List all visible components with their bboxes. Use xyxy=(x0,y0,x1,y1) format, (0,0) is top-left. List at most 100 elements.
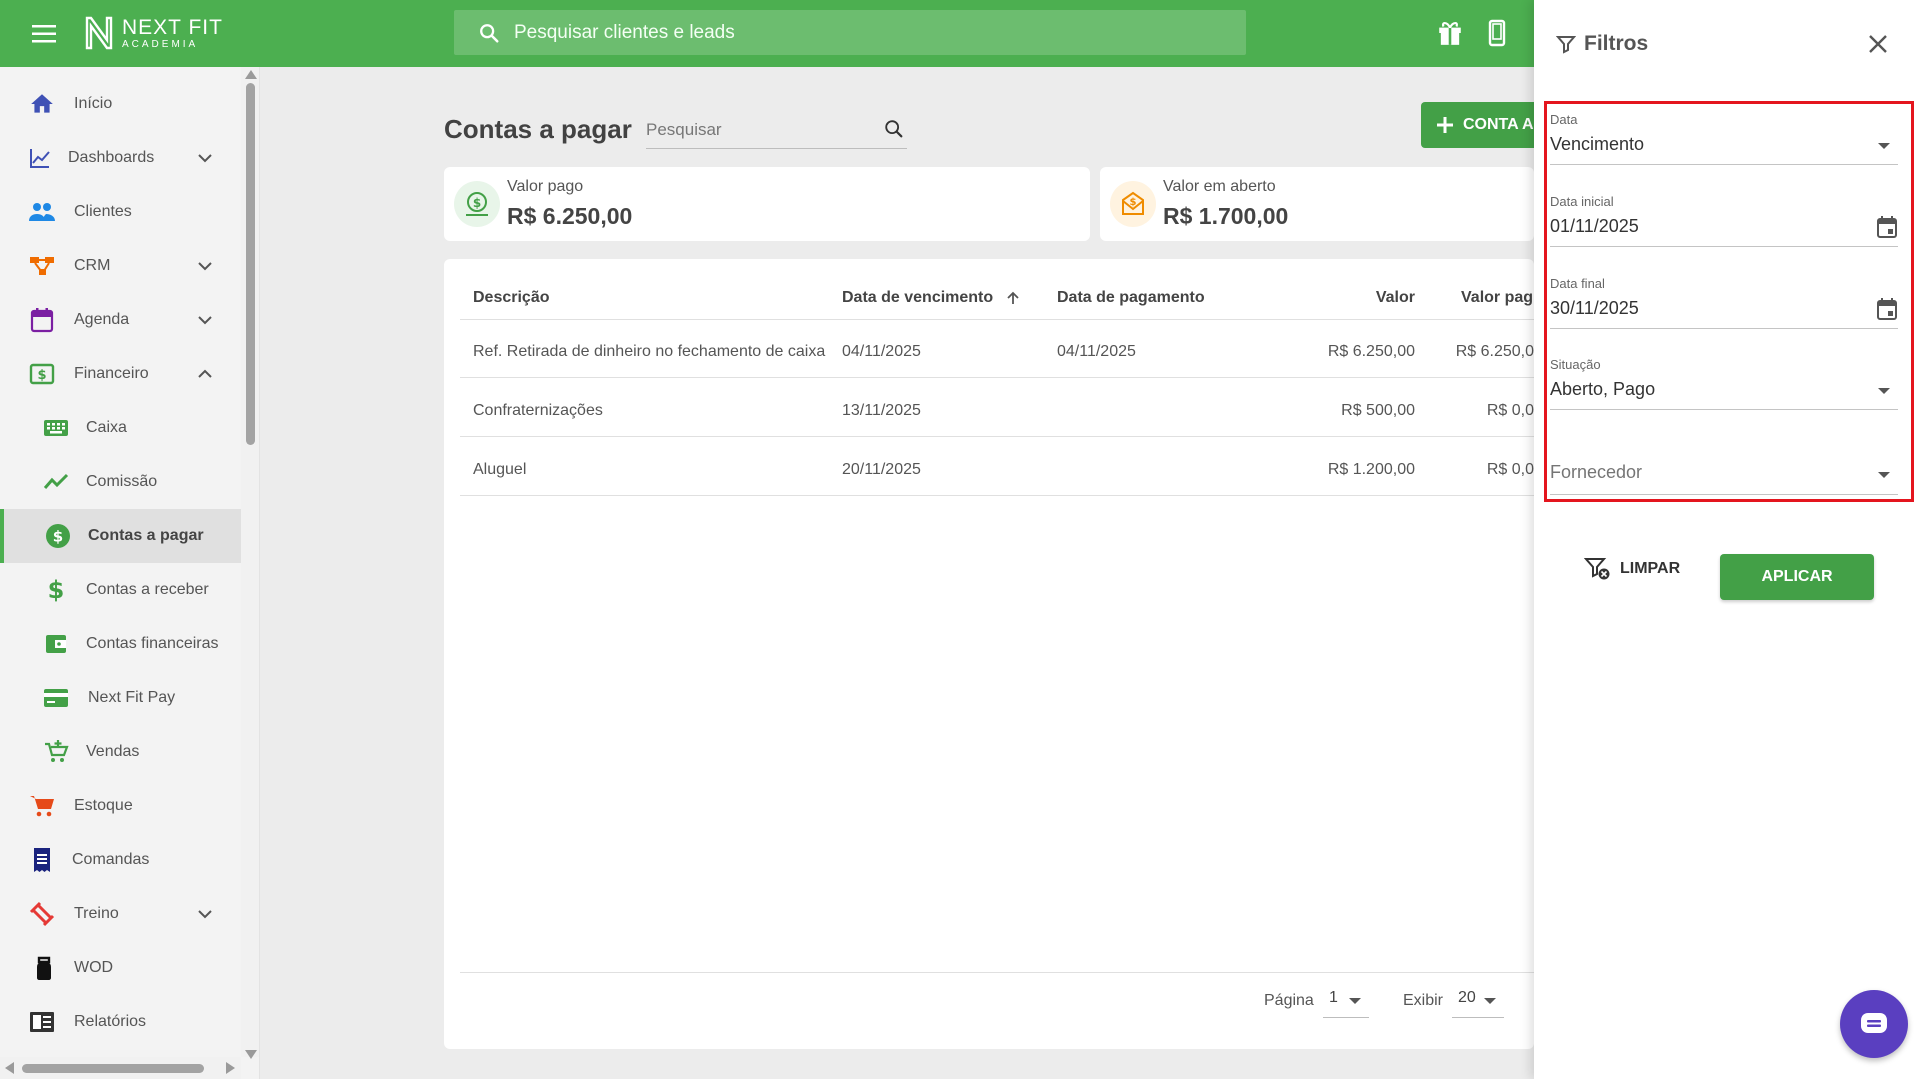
sidebar-item-estoque[interactable]: Estoque xyxy=(0,779,241,833)
column-header-valor-pago[interactable]: Valor pag xyxy=(1461,289,1533,307)
field-underline xyxy=(1550,409,1898,410)
chart-line-icon xyxy=(26,144,54,172)
page-label: Página xyxy=(1264,992,1314,1009)
sidebar-item-label: Relatórios xyxy=(74,1013,147,1030)
hamburger-menu-icon[interactable] xyxy=(28,22,60,46)
cart-icon xyxy=(28,792,56,820)
sidebar-item-label: Comissão xyxy=(86,473,158,490)
cell-valor: R$ 500,00 xyxy=(1341,402,1415,419)
column-header-data-vencimento[interactable]: Data de vencimento xyxy=(842,289,1020,307)
sidebar-item-dashboards[interactable]: Dashboards xyxy=(0,131,241,185)
sidebar-item-contas-financeiras[interactable]: Contas financeiras xyxy=(0,617,241,671)
cell-vencimento: 04/11/2025 xyxy=(842,343,921,360)
calendar-icon[interactable] xyxy=(1876,215,1898,239)
column-header-valor[interactable]: Valor xyxy=(1244,289,1415,307)
list-search-input[interactable]: Pesquisar xyxy=(646,113,907,149)
sidebar-item-label: Início xyxy=(74,95,113,112)
sidebar-item-agenda[interactable]: Agenda xyxy=(0,293,241,347)
divider xyxy=(460,377,1534,378)
app-logo[interactable]: NEXT FIT ACADEMIA xyxy=(84,14,223,52)
sort-ascending-icon[interactable] xyxy=(1006,291,1020,305)
money-open-icon: $ xyxy=(1110,181,1156,227)
sidebar-item-comissao[interactable]: Comissão xyxy=(0,455,241,509)
sidebar-item-financeiro[interactable]: $ Financeiro xyxy=(0,347,241,401)
dollar-circle-icon: $ xyxy=(44,522,72,550)
calendar-icon[interactable] xyxy=(1876,297,1898,321)
cell-vencimento: 20/11/2025 xyxy=(842,461,921,478)
cell-descricao: Aluguel xyxy=(473,461,527,478)
chevron-down-icon[interactable] xyxy=(191,144,219,172)
sidebar-item-inicio[interactable]: Início xyxy=(0,77,241,131)
sidebar-item-crm[interactable]: CRM xyxy=(0,239,241,293)
svg-text:$: $ xyxy=(48,577,65,603)
receipt-icon xyxy=(28,846,56,874)
sidebar-horizontal-scrollbar[interactable] xyxy=(0,1057,241,1079)
scrollbar-thumb[interactable] xyxy=(22,1064,204,1073)
page-size-select[interactable]: 20 xyxy=(1452,986,1504,1018)
sidebar-item-contas-a-pagar[interactable]: $ Contas a pagar xyxy=(0,509,241,563)
sidebar-item-relatorios[interactable]: Relatórios xyxy=(0,995,241,1049)
svg-text:$: $ xyxy=(37,368,46,383)
show-label: Exibir xyxy=(1403,992,1444,1009)
scrollbar-thumb[interactable] xyxy=(246,83,255,445)
kettlebell-icon xyxy=(30,954,58,982)
sidebar-item-contas-a-receber[interactable]: $ Contas a receber xyxy=(0,563,241,617)
sidebar-item-clientes[interactable]: Clientes xyxy=(0,185,241,239)
sidebar-item-next-fit-pay[interactable]: Next Fit Pay xyxy=(0,671,241,725)
scroll-left-arrow-icon[interactable] xyxy=(5,1062,14,1074)
chat-button[interactable] xyxy=(1840,990,1908,1058)
people-icon xyxy=(28,198,56,226)
page-title: Contas a pagar xyxy=(444,114,632,144)
logo-title: NEXT FIT xyxy=(122,15,223,39)
field-underline xyxy=(1550,494,1898,495)
wallet-icon xyxy=(42,630,70,658)
gift-icon[interactable] xyxy=(1437,19,1463,47)
scroll-right-arrow-icon[interactable] xyxy=(226,1062,235,1074)
chevron-down-icon[interactable] xyxy=(191,306,219,334)
sidebar-vertical-scrollbar[interactable] xyxy=(241,67,259,1059)
chevron-up-icon[interactable] xyxy=(191,360,219,388)
cash-icon: $ xyxy=(28,360,56,388)
scroll-up-arrow-icon[interactable] xyxy=(245,70,257,79)
summary-paid-value: R$ 6.250,00 xyxy=(507,203,633,229)
list-search-placeholder: Pesquisar xyxy=(646,120,722,139)
global-search-input[interactable]: Pesquisar clientes e leads xyxy=(454,10,1246,55)
caret-down-icon xyxy=(1349,998,1361,1004)
mobile-phone-icon[interactable] xyxy=(1486,19,1508,47)
filter-title: Filtros xyxy=(1584,32,1649,55)
caret-down-icon xyxy=(1878,143,1890,149)
sidebar-item-treino[interactable]: Treino xyxy=(0,887,241,941)
chevron-down-icon[interactable] xyxy=(191,252,219,280)
credit-card-icon xyxy=(42,684,70,712)
crm-icon xyxy=(28,252,56,280)
cell-valor: R$ 1.200,00 xyxy=(1327,461,1415,478)
apply-filters-button[interactable]: APLICAR xyxy=(1720,554,1874,600)
logo-subtitle: ACADEMIA xyxy=(122,38,199,50)
filter-header: Filtros xyxy=(1556,32,1648,56)
field-placeholder: Fornecedor xyxy=(1550,462,1643,482)
page-select[interactable]: 1 xyxy=(1323,986,1369,1018)
field-label: Data inicial xyxy=(1550,194,1614,209)
cell-valor: R$ 6.250,00 xyxy=(1327,343,1415,360)
sidebar-item-comandas[interactable]: Comandas xyxy=(0,833,241,887)
sidebar-item-label: Dashboards xyxy=(68,149,155,166)
search-icon[interactable] xyxy=(883,118,905,140)
caret-down-icon xyxy=(1878,472,1890,478)
sidebar-item-caixa[interactable]: Caixa xyxy=(0,401,241,455)
column-header-data-pagamento[interactable]: Data de pagamento xyxy=(1057,289,1205,307)
chevron-down-icon[interactable] xyxy=(191,900,219,928)
sidebar-item-vendas[interactable]: Vendas xyxy=(0,725,241,779)
field-value: Aberto, Pago xyxy=(1550,379,1656,399)
close-icon[interactable] xyxy=(1868,34,1888,54)
summary-paid-label: Valor pago xyxy=(507,178,584,195)
clear-filters-button[interactable]: LIMPAR xyxy=(1584,556,1680,582)
cell-pagamento: 04/11/2025 xyxy=(1057,343,1136,360)
sidebar-item-wod[interactable]: WOD xyxy=(0,941,241,995)
add-conta-button[interactable]: CONTA A xyxy=(1421,102,1534,148)
scroll-down-arrow-icon[interactable] xyxy=(245,1050,257,1059)
dumbbell-icon xyxy=(28,900,56,928)
sidebar-item-label: Agenda xyxy=(74,311,130,328)
column-header-descricao[interactable]: Descrição xyxy=(473,289,550,307)
caret-down-icon xyxy=(1878,388,1890,394)
svg-text:$: $ xyxy=(53,528,63,546)
